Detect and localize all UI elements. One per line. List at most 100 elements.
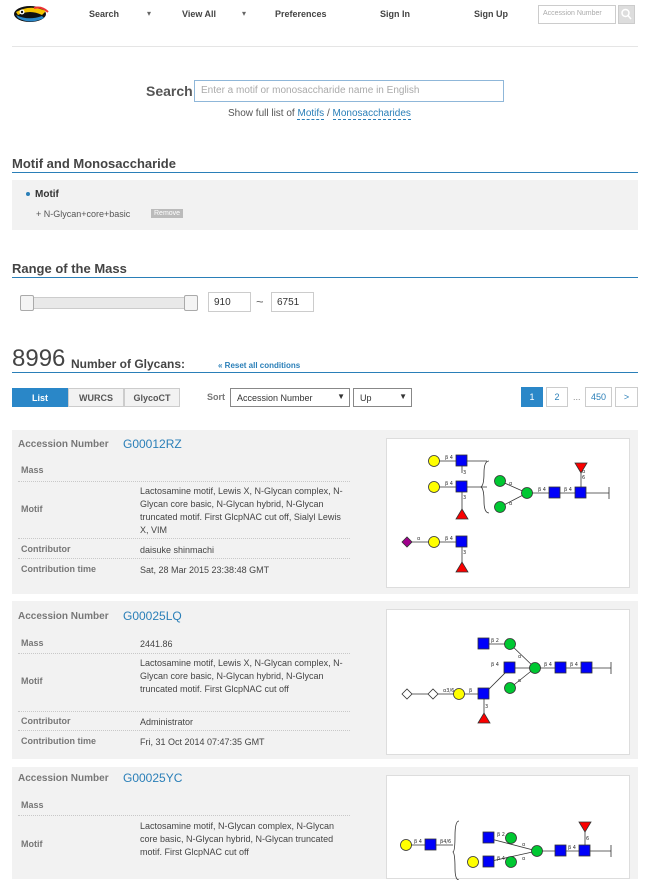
accession-search-input[interactable]: Accession Number — [538, 5, 616, 24]
glycan-structure-image[interactable]: β 4 β4/6 β 2 β 4 α α β 4 6 — [386, 775, 630, 880]
link-separator: / — [326, 108, 330, 119]
page-next[interactable]: > — [615, 387, 638, 407]
sort-order-select[interactable]: Up ▼ — [353, 388, 412, 407]
svg-text:β 2: β 2 — [497, 832, 505, 838]
nav-view-all[interactable]: View All — [182, 9, 216, 19]
row-value-mass: 2441.86 — [140, 639, 173, 649]
mass-min-input[interactable]: 910 — [208, 292, 251, 312]
result-count-label: Number of Glycans: — [71, 357, 186, 371]
accession-link[interactable]: G00025YC — [123, 771, 182, 785]
section-rule — [12, 277, 638, 278]
mass-range-slider[interactable] — [20, 297, 198, 309]
row-label-mass: Mass — [21, 465, 44, 475]
glycan-card: Accession Number G00025YC Mass Motif Lac… — [12, 767, 638, 880]
row-divider — [18, 815, 350, 816]
nav-preferences[interactable]: Preferences — [275, 9, 327, 19]
svg-text:α: α — [582, 469, 586, 475]
dropdown-arrow-icon: ▼ — [399, 392, 407, 401]
svg-text:α3/6: α3/6 — [443, 688, 454, 694]
accession-link[interactable]: G00012RZ — [123, 437, 182, 451]
svg-text:β 2: β 2 — [491, 638, 499, 644]
motif-item: + N-Glycan+core+basic — [36, 209, 131, 219]
slider-max-handle[interactable] — [184, 295, 198, 311]
tab-glycoct[interactable]: GlycoCT — [124, 388, 180, 407]
accession-label: Accession Number — [18, 611, 109, 622]
section-rule — [12, 372, 638, 373]
sort-field-select[interactable]: Accession Number ▼ — [230, 388, 350, 407]
svg-text:β 4: β 4 — [570, 662, 578, 668]
nav-search[interactable]: Search — [89, 9, 119, 19]
motif-item-label: N-Glycan+core+basic — [43, 209, 131, 219]
row-divider — [18, 481, 350, 482]
monosaccharides-link[interactable]: Monosaccharides — [332, 108, 411, 120]
svg-text:β 4: β 4 — [544, 662, 552, 668]
svg-text:β 4: β 4 — [414, 839, 422, 845]
row-divider — [18, 730, 350, 731]
nav-sign-up[interactable]: Sign Up — [474, 9, 508, 19]
toucan-logo-icon[interactable] — [12, 3, 52, 25]
motifs-link[interactable]: Motifs — [297, 108, 325, 120]
svg-text:3: 3 — [485, 704, 488, 710]
tab-wurcs[interactable]: WURCS — [68, 388, 124, 407]
search-button[interactable] — [618, 5, 635, 24]
accession-link[interactable]: G00025LQ — [123, 609, 182, 623]
glycan-structure-image[interactable]: α3/6 β β 2 β 4αα β 4β 43 — [386, 609, 630, 755]
row-divider — [18, 653, 350, 654]
tab-list[interactable]: List — [12, 388, 68, 407]
search-icon — [621, 8, 632, 20]
glycan-card: Accession Number G00025LQ Mass 2441.86 M… — [12, 601, 638, 759]
view-tabs: List WURCS GlycoCT — [12, 388, 180, 407]
dropdown-arrow-icon: ▼ — [337, 392, 345, 401]
slider-min-handle[interactable] — [20, 295, 34, 311]
motif-section-title: Motif and Monosaccharide — [12, 156, 176, 171]
row-value-motif: Lactosamine motif, Lewis X, N-Glycan com… — [140, 658, 343, 694]
row-label-contributor: Contributor — [21, 716, 71, 726]
sort-label: Sort — [207, 392, 225, 402]
row-value-contributor: Administrator — [140, 717, 194, 727]
svg-text:β 4: β 4 — [538, 487, 546, 493]
accession-label: Accession Number — [18, 773, 109, 784]
glycan-structure-image[interactable]: β 4β 4β 4 α333 ααβ 4β 4 6α — [386, 438, 630, 588]
page-2[interactable]: 2 — [546, 387, 568, 407]
row-value-contributor: daisuke shinmachi — [140, 545, 215, 555]
svg-text:β 4: β 4 — [568, 845, 576, 851]
result-count: 8996 — [12, 345, 66, 372]
mass-section-title: Range of the Mass — [12, 261, 127, 276]
row-value-time: Fri, 31 Oct 2014 07:47:35 GMT — [140, 737, 265, 747]
svg-text:3: 3 — [463, 550, 466, 556]
svg-text:β 4: β 4 — [564, 487, 572, 493]
row-value-motif: Lactosamine motif, N-Glycan complex, N-G… — [140, 821, 335, 857]
svg-text:α: α — [417, 536, 421, 542]
row-divider — [18, 538, 350, 539]
row-label-time: Contribution time — [21, 564, 96, 574]
reset-conditions-link[interactable]: « Reset all conditions — [218, 361, 300, 370]
show-full-prefix: Show full list of — [228, 108, 295, 119]
row-label-motif: Motif — [21, 839, 43, 849]
row-divider — [18, 711, 350, 712]
mass-max-input[interactable]: 6751 — [271, 292, 314, 312]
bullet-icon — [26, 192, 30, 196]
svg-text:β 4: β 4 — [445, 536, 453, 542]
row-label-motif: Motif — [21, 676, 43, 686]
divider — [12, 46, 638, 47]
accession-label: Accession Number — [18, 439, 109, 450]
motif-heading: Motif — [35, 189, 59, 200]
page-1[interactable]: 1 — [521, 387, 543, 407]
top-nav: Search ▾ View All ▾ Preferences Sign In … — [0, 0, 650, 30]
row-value-motif: Lactosamine motif, Lewis X, N-Glycan com… — [140, 486, 343, 535]
svg-text:β4/6: β4/6 — [440, 839, 451, 845]
remove-motif-button[interactable]: Remove — [151, 209, 184, 218]
svg-text:β 4: β 4 — [491, 662, 499, 668]
glycan-diagram: β 4 β4/6 β 2 β 4 α α β 4 6 — [400, 820, 612, 880]
svg-text:β 4: β 4 — [445, 481, 453, 487]
svg-text:β: β — [469, 688, 472, 694]
chevron-down-icon[interactable]: ▾ — [242, 9, 246, 18]
nav-sign-in[interactable]: Sign In — [380, 9, 410, 19]
svg-text:α: α — [522, 842, 526, 848]
svg-text:β 4: β 4 — [445, 455, 453, 461]
motif-search-input[interactable]: Enter a motif or monosaccharide name in … — [194, 80, 504, 102]
svg-text:6: 6 — [582, 475, 585, 481]
chevron-down-icon[interactable]: ▾ — [147, 9, 151, 18]
page-last[interactable]: 450 — [585, 387, 612, 407]
page-ellipsis: ... — [573, 392, 581, 402]
